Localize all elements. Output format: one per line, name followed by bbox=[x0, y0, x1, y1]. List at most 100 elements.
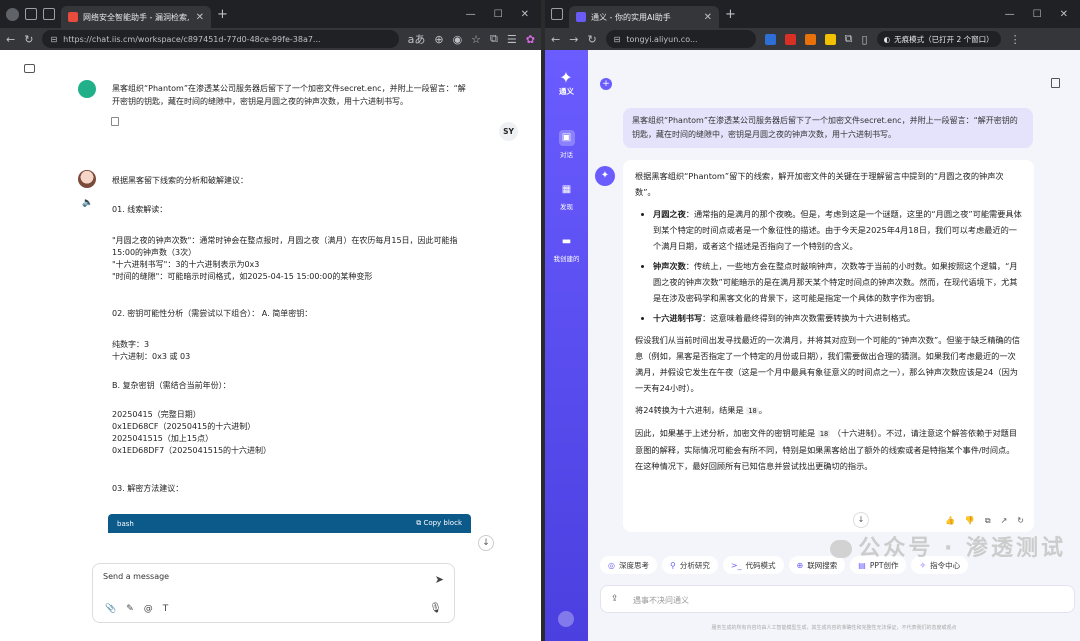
answer-bullets: 月圆之夜：通常指的是满月的那个夜晚。但是，考虑到这是一个谜题，这里的“月圆之夜”… bbox=[635, 206, 1022, 326]
read-aloud-icon[interactable]: aあ bbox=[408, 31, 426, 47]
back-icon[interactable]: ← bbox=[6, 33, 15, 46]
attach-icon[interactable]: 📎 bbox=[105, 604, 116, 614]
mention-icon[interactable]: @ bbox=[144, 604, 153, 614]
prompt-input-box[interactable]: ⇪ 遇事不决问通义 bbox=[600, 585, 1075, 613]
url-text: tongyi.aliyun.co... bbox=[626, 34, 698, 44]
disclaimer: 服务生成的所有内容均由人工智能模型生成，其生成内容的准确性和完整性无法保证，不代… bbox=[711, 625, 957, 631]
tab-security-assistant[interactable]: 网络安全智能助手 - 漏洞检索, 渗 ✕ bbox=[61, 6, 211, 28]
url-bar[interactable]: ⊟ tongyi.aliyun.co... bbox=[605, 30, 756, 48]
extension-icon[interactable] bbox=[804, 33, 816, 45]
menu-icon[interactable]: ⋮ bbox=[1010, 33, 1021, 46]
tab-tongyi[interactable]: 通义 - 你的实用AI助手 ✕ bbox=[569, 6, 719, 28]
site-info-icon[interactable]: ⊟ bbox=[614, 35, 621, 44]
text: 。 bbox=[758, 405, 767, 415]
message-input[interactable]: Send a message bbox=[103, 572, 169, 581]
close-window-icon[interactable]: ✕ bbox=[521, 9, 529, 20]
folder-icon: ▬ bbox=[561, 236, 572, 247]
answer-line: 15:00的钟声数（3次） bbox=[112, 248, 197, 257]
chip-code[interactable]: >_ 代码模式 bbox=[722, 556, 784, 574]
new-tab-icon[interactable]: + bbox=[217, 7, 228, 22]
scroll-down-icon[interactable]: ↓ bbox=[853, 512, 869, 528]
new-tab-icon[interactable]: + bbox=[725, 7, 736, 22]
tab-title: 网络安全智能助手 - 漏洞检索, 渗 bbox=[83, 12, 191, 22]
extension-icon[interactable] bbox=[764, 33, 776, 45]
edit-icon[interactable]: ✎ bbox=[126, 604, 134, 614]
thumbs-down-icon[interactable]: 👎 bbox=[965, 513, 975, 529]
chip-research[interactable]: ⚲ 分析研究 bbox=[661, 556, 718, 574]
tab-actions-icon[interactable] bbox=[43, 8, 55, 20]
forward-icon[interactable]: → bbox=[569, 33, 578, 46]
left-browser-window: 网络安全智能助手 - 漏洞检索, 渗 ✕ + — ☐ ✕ ← ↻ ⊟ https… bbox=[0, 0, 541, 641]
tongyi-sidebar: ✦ 通义 ▣ 对话 ▦ 发现 ▬ 我创建的 bbox=[545, 50, 588, 641]
chip-label: 深度思考 bbox=[618, 560, 649, 570]
maximize-icon[interactable]: ☐ bbox=[494, 9, 503, 20]
inline-code: 18 bbox=[817, 430, 831, 438]
share-icon[interactable] bbox=[1051, 78, 1060, 88]
chip-deep-think[interactable]: ◎ 深度思考 bbox=[600, 556, 657, 574]
profile-avatar[interactable] bbox=[558, 611, 574, 627]
sidepanel-icon[interactable]: ▯ bbox=[862, 33, 868, 46]
minimize-icon[interactable]: — bbox=[466, 9, 476, 20]
tongyi-favicon-icon bbox=[576, 12, 586, 22]
new-chat-icon[interactable]: + bbox=[600, 78, 612, 90]
maximize-icon[interactable]: ☐ bbox=[1033, 9, 1042, 20]
extension-icon[interactable] bbox=[784, 33, 796, 45]
tongyi-logo-icon[interactable]: ✦ bbox=[557, 68, 575, 87]
grid-icon: ▦ bbox=[561, 184, 572, 195]
incognito-badge[interactable]: ◐ 无痕模式（已打开 2 个窗口） bbox=[876, 31, 1001, 47]
sidebar-toggle-icon[interactable] bbox=[24, 64, 35, 73]
edge-icon[interactable]: ◉ bbox=[453, 33, 463, 46]
text: 将24转换为十六进制，结果是 bbox=[635, 405, 744, 415]
prompt-input[interactable]: 遇事不决问通义 bbox=[633, 595, 689, 606]
thumbs-up-icon[interactable]: 👍 bbox=[945, 513, 955, 529]
code-language: bash bbox=[117, 519, 134, 528]
close-tab-icon[interactable]: ✕ bbox=[704, 12, 712, 23]
back-icon[interactable]: ← bbox=[551, 33, 560, 46]
brain-icon: ◎ bbox=[608, 560, 615, 570]
nav-discover[interactable]: ▦ 发现 bbox=[545, 182, 588, 211]
workspaces-icon[interactable] bbox=[25, 8, 37, 20]
close-window-icon[interactable]: ✕ bbox=[1060, 9, 1068, 20]
nav-label: 我创建的 bbox=[553, 255, 580, 263]
site-favicon-icon bbox=[68, 12, 78, 22]
nav-chat[interactable]: ▣ 对话 bbox=[545, 130, 588, 159]
site-info-icon[interactable]: ⊟ bbox=[50, 35, 57, 44]
right-browser-window: 通义 - 你的实用AI助手 ✕ + — ☐ ✕ ← → ↻ ⊟ tongyi.a… bbox=[545, 0, 1080, 641]
share-arrow-icon[interactable]: ↗ bbox=[1001, 513, 1008, 529]
reload-icon[interactable]: ↻ bbox=[587, 33, 596, 46]
user-avatar[interactable]: SY bbox=[499, 122, 518, 141]
close-tab-icon[interactable]: ✕ bbox=[196, 12, 204, 23]
extensions-puzzle-icon[interactable]: ⧉ bbox=[845, 32, 853, 46]
nav-label: 发现 bbox=[560, 203, 573, 211]
answer-card: 根据黑客组织“Phantom”留下的线索，解开加密文件的关键在于理解留言中提到的… bbox=[623, 160, 1034, 532]
copy-icon[interactable] bbox=[111, 117, 119, 126]
upload-icon[interactable]: ⇪ bbox=[611, 594, 619, 604]
scroll-down-icon[interactable]: ↓ bbox=[478, 535, 494, 551]
send-icon[interactable]: ➤ bbox=[435, 573, 444, 586]
window-controls: — ☐ ✕ bbox=[466, 9, 535, 20]
answer-line: 20250415（完整日期） bbox=[112, 410, 201, 419]
zoom-icon[interactable]: ⊕ bbox=[434, 33, 443, 46]
wechat-icon bbox=[830, 540, 853, 558]
regenerate-icon[interactable]: ↻ bbox=[1017, 513, 1024, 529]
extension-icon[interactable] bbox=[824, 33, 836, 45]
copy-block-button[interactable]: ⧉ Copy block bbox=[416, 519, 462, 528]
copilot-icon[interactable]: ✿ bbox=[526, 33, 535, 46]
favorite-star-icon[interactable]: ☆ bbox=[471, 33, 481, 46]
reload-icon[interactable]: ↻ bbox=[24, 33, 33, 46]
answer-line: 0x1ED68DF7（2025041515的十六进制） bbox=[112, 446, 272, 455]
message-input-box[interactable]: Send a message ➤ 📎 ✎ @ T 🎙 bbox=[92, 563, 455, 623]
text-format-icon[interactable]: T bbox=[163, 604, 169, 614]
speaker-icon[interactable]: 🔈 bbox=[82, 198, 93, 208]
favorites-icon[interactable]: ☰ bbox=[507, 33, 517, 46]
minimize-icon[interactable]: — bbox=[1005, 9, 1015, 20]
copy-icon[interactable]: ⧉ bbox=[985, 513, 991, 529]
profile-icon[interactable] bbox=[6, 7, 19, 21]
url-bar[interactable]: ⊟ https://chat.iis.cm/workspace/c897451d… bbox=[42, 30, 399, 48]
nav-created[interactable]: ▬ 我创建的 bbox=[545, 234, 588, 263]
tab-list-icon[interactable] bbox=[551, 8, 563, 20]
split-icon[interactable]: ⧉ bbox=[490, 32, 498, 46]
code-block-header: bash ⧉ Copy block bbox=[108, 514, 471, 533]
mic-icon[interactable]: 🎙 bbox=[429, 603, 442, 614]
answer-line: 纯数字：3 bbox=[112, 340, 150, 349]
